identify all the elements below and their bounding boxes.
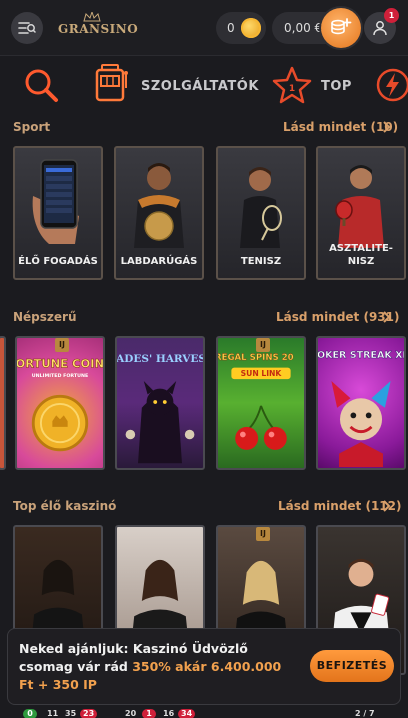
- deposit-button[interactable]: [321, 8, 361, 48]
- game-title: FORTUNE COINS: [17, 357, 103, 371]
- sport-card-football[interactable]: LABDARÚGÁS: [114, 146, 204, 280]
- menu-button[interactable]: [11, 12, 43, 44]
- stat-badge: 1: [142, 709, 156, 718]
- game-card-hades-harvest[interactable]: HADES' HARVEST: [115, 336, 205, 470]
- crown-icon: [83, 12, 101, 22]
- chevron-right-icon[interactable]: [381, 311, 393, 323]
- game-card-fortune-coins[interactable]: FORTUNE COINS UNLIMITED FORTUNE IJ: [15, 336, 105, 470]
- stat-badge: 0: [23, 709, 37, 718]
- menu-search-icon: [18, 22, 36, 34]
- game-title: REGAL SPINS 20: [218, 353, 294, 363]
- partial-game-card[interactable]: [0, 336, 6, 470]
- logo-text: GRANSINO: [58, 22, 139, 36]
- sport-card-live-betting[interactable]: ÉLŐ FOGADÁS: [13, 146, 103, 280]
- search-category[interactable]: [22, 66, 62, 108]
- chevron-right-icon[interactable]: [381, 121, 393, 133]
- slot-machine-icon: [95, 64, 128, 102]
- lightning-category[interactable]: [376, 68, 408, 106]
- exclusive-badge: IJ: [256, 527, 270, 541]
- sport-card-label: ASZTALITE-NISZ: [329, 243, 393, 267]
- live-section-title: Top élő kaszinó: [13, 499, 117, 513]
- fortune-coins-art: FORTUNE COINS UNLIMITED FORTUNE: [17, 356, 103, 452]
- stat-badge: 34: [178, 709, 196, 718]
- game-title: HADES' HARVEST: [117, 353, 203, 365]
- brand-logo[interactable]: GRANSINO: [58, 12, 139, 44]
- tennis-player-image: [240, 167, 282, 248]
- exclusive-badge: IJ: [256, 338, 270, 352]
- game-card-joker-streak[interactable]: JOKER STREAK XL: [316, 336, 406, 470]
- game-subtitle: UNLIMITED FORTUNE: [32, 373, 88, 379]
- coin-count: 0: [227, 21, 235, 35]
- regal-spins-art: REGAL SPINS 20 SUN LINK: [218, 353, 294, 450]
- promo-banner: Neked ajánljuk: Kaszinó Üdvözlő csomag v…: [7, 628, 401, 705]
- coin-icon: [241, 18, 261, 38]
- coin-stack-plus-icon: [331, 18, 352, 35]
- promo-text: Neked ajánljuk: Kaszinó Üdvözlő csomag v…: [19, 640, 299, 694]
- stat-badge: 23: [80, 709, 98, 718]
- top-category[interactable]: 1: [272, 66, 312, 108]
- svg-text:1: 1: [289, 84, 295, 94]
- top-label[interactable]: TOP: [321, 79, 352, 94]
- stat-badge: 11: [47, 709, 59, 718]
- user-icon: [373, 21, 387, 36]
- exclusive-badge: IJ: [55, 338, 69, 352]
- game-title: JOKER STREAK XL: [318, 350, 404, 361]
- sport-card-label: TENISZ: [240, 256, 282, 267]
- game-card-regal-spins[interactable]: REGAL SPINS 20 SUN LINK IJ: [216, 336, 306, 470]
- providers-category[interactable]: [94, 64, 130, 108]
- sport-card-tennis[interactable]: TENISZ: [216, 146, 306, 280]
- sport-card-table-tennis[interactable]: ASZTALITE-NISZ: [316, 146, 406, 280]
- category-nav: SZOLGÁLTATÓK 1 TOP: [0, 56, 408, 112]
- deposit-cta-button[interactable]: BEFIZETÉS: [310, 650, 394, 682]
- notification-badge: 1: [384, 8, 399, 23]
- providers-label[interactable]: SZOLGÁLTATÓK: [141, 79, 259, 94]
- sport-section-title: Sport: [13, 120, 51, 134]
- phone-hand-image: [32, 159, 79, 244]
- stat-badge: 16: [163, 709, 175, 718]
- joker-streak-art: JOKER STREAK XL: [318, 350, 404, 468]
- football-player-image: [134, 163, 184, 248]
- table-tennis-player-image: [335, 165, 384, 248]
- lightning-icon: [376, 68, 408, 102]
- chevron-right-icon[interactable]: [381, 500, 393, 512]
- top-header: GRANSINO 0 0,00 € 1: [0, 0, 408, 56]
- popular-section-title: Népszerű: [13, 310, 77, 324]
- coin-balance[interactable]: 0: [216, 12, 266, 44]
- search-icon: [25, 69, 58, 102]
- stat-badge: 2 / 7: [355, 709, 375, 718]
- sport-card-label: LABDARÚGÁS: [120, 256, 198, 267]
- hades-harvest-art: HADES' HARVEST: [117, 353, 203, 464]
- stat-badge: 20: [125, 709, 137, 718]
- star-icon: 1: [272, 66, 312, 104]
- balance-amount: 0,00 €: [284, 21, 323, 35]
- game-subtitle: SUN LINK: [241, 369, 283, 378]
- sport-card-label: ÉLŐ FOGADÁS: [18, 256, 98, 267]
- stat-badge: 35: [65, 709, 77, 718]
